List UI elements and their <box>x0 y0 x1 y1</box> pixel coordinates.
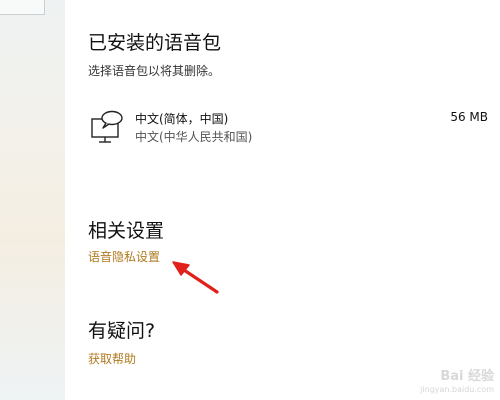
speech-privacy-settings-link[interactable]: 语音隐私设置 <box>88 248 160 265</box>
watermark-url: jingyan.baidu.com <box>420 385 494 394</box>
speech-monitor-icon <box>91 110 123 143</box>
baidu-watermark: Bai 经验 jingyan.baidu.com <box>420 368 494 394</box>
installed-packs-description: 选择语音包以将其删除。 <box>88 64 221 78</box>
related-settings-title: 相关设置 <box>88 220 165 242</box>
help-title: 有疑问? <box>88 320 156 342</box>
installed-packs-title: 已安装的语音包 <box>88 32 222 54</box>
voice-pack-name: 中文(简体，中国) <box>135 112 229 126</box>
get-help-link[interactable]: 获取帮助 <box>88 350 136 367</box>
annotation-arrow <box>172 261 219 294</box>
watermark-text: Bai 经验 <box>440 369 494 384</box>
voice-pack-language: 中文(中华人民共和国) <box>135 130 253 144</box>
sidebar <box>0 0 65 400</box>
voice-pack-item[interactable]: 中文(简体，中国) 中文(中华人民共和国) 56 MB <box>88 106 488 148</box>
voice-pack-size: 56 MB <box>450 110 488 124</box>
search-box[interactable] <box>0 0 45 15</box>
